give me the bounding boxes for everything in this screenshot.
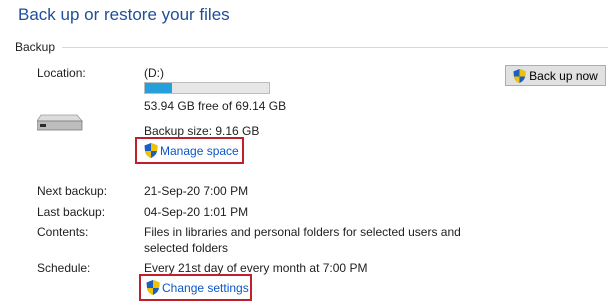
last-backup-label: Last backup:	[37, 205, 106, 219]
backup-size-text: Backup size: 9.16 GB	[144, 124, 260, 138]
next-backup-label: Next backup:	[37, 184, 108, 198]
section-divider	[62, 47, 608, 48]
uac-shield-icon	[513, 68, 526, 83]
contents-label: Contents:	[37, 225, 89, 239]
drive-icon	[37, 114, 83, 131]
schedule-value: Every 21st day of every month at 7:00 PM	[144, 261, 368, 275]
page-title: Back up or restore your files	[18, 5, 230, 24]
last-backup-value: 04-Sep-20 1:01 PM	[144, 205, 249, 219]
back-up-now-label: Back up now	[529, 68, 598, 83]
next-backup-value: 21-Sep-20 7:00 PM	[144, 184, 249, 198]
change-settings-label: Change settings	[162, 280, 249, 295]
change-settings-link[interactable]: Change settings	[146, 280, 249, 295]
back-up-now-button[interactable]: Back up now	[505, 65, 606, 86]
manage-space-label: Manage space	[160, 143, 239, 158]
manage-space-link[interactable]: Manage space	[144, 143, 239, 158]
location-label: Location:	[37, 66, 86, 80]
location-value: (D:)	[144, 66, 164, 80]
uac-shield-icon	[146, 280, 160, 295]
free-space-text: 53.94 GB free of 69.14 GB	[144, 99, 287, 113]
disk-usage-bar	[144, 82, 270, 94]
uac-shield-icon	[144, 143, 158, 158]
contents-value: Files in libraries and personal folders …	[144, 225, 461, 255]
disk-usage-fill	[145, 83, 173, 93]
schedule-label: Schedule:	[37, 261, 91, 275]
backup-section-label: Backup	[15, 40, 56, 54]
